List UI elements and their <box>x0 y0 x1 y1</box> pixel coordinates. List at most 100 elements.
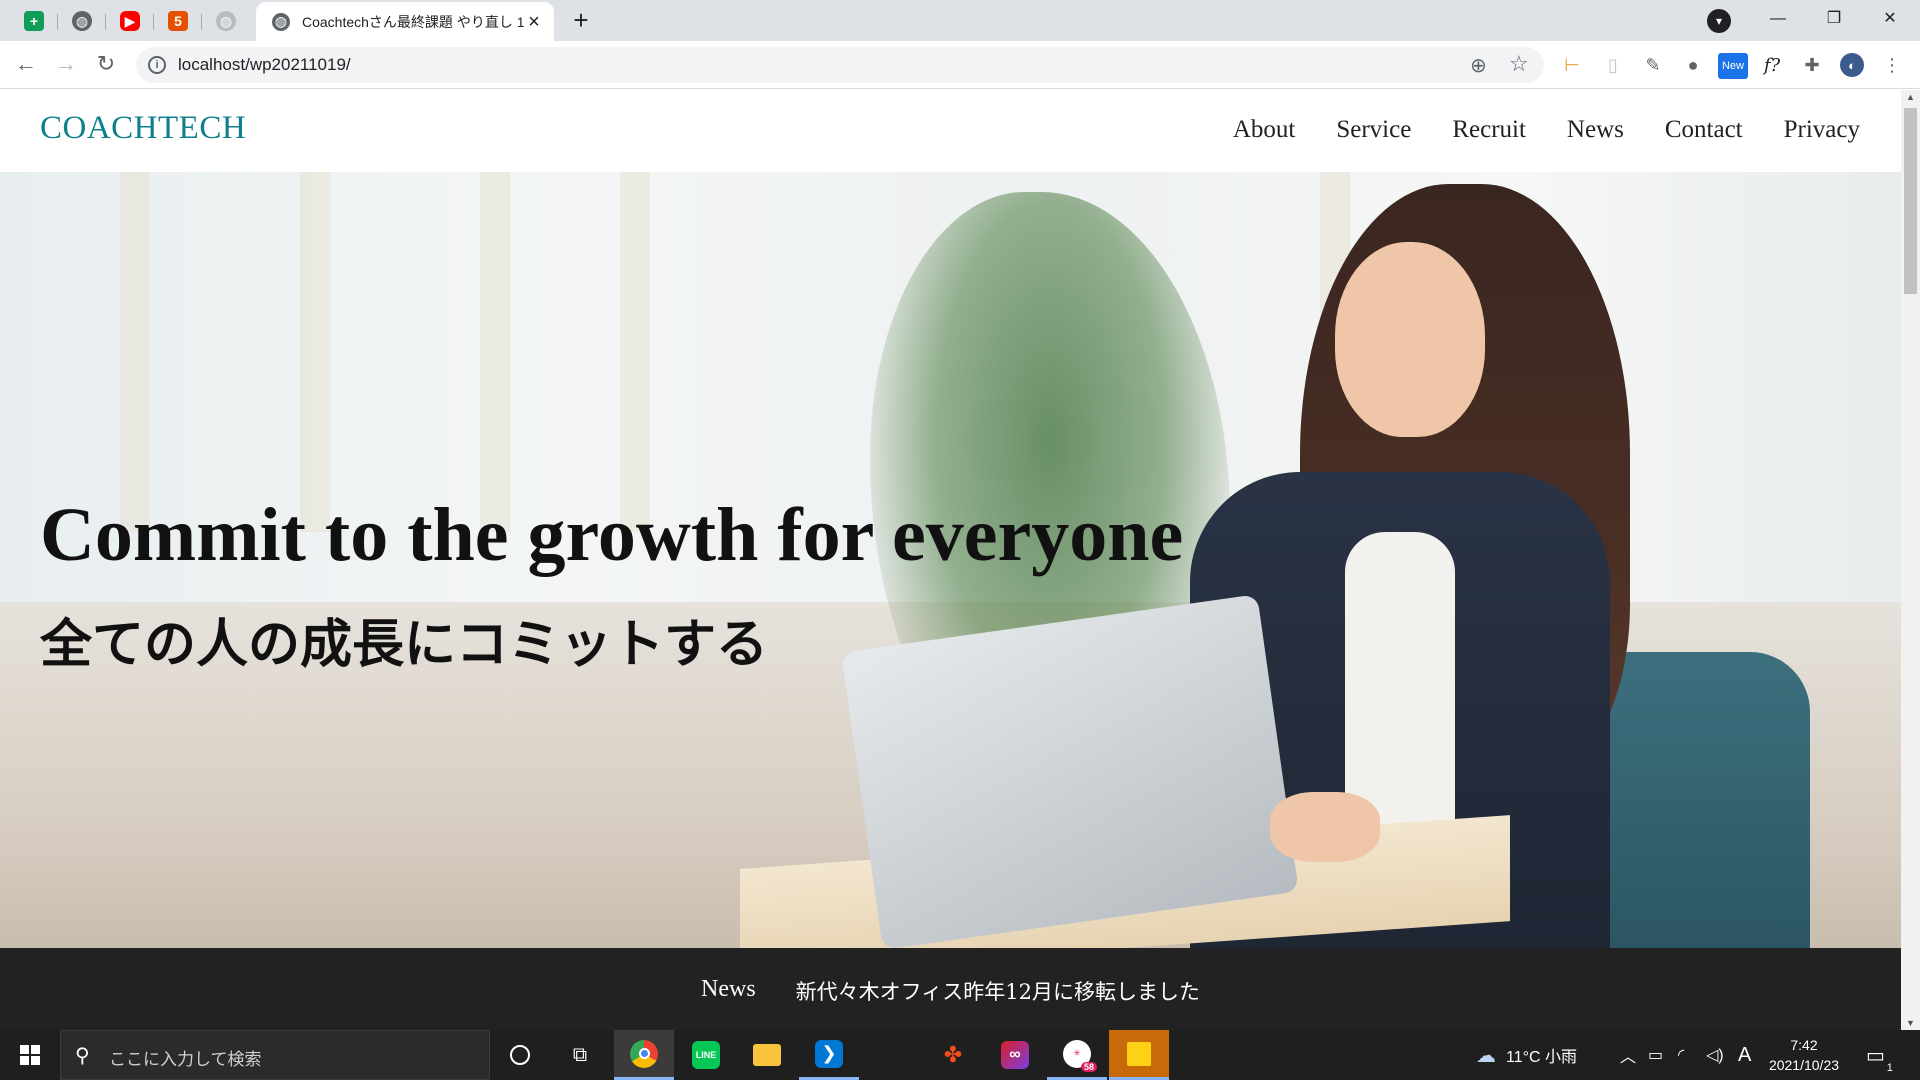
menu-kebab-icon[interactable]: ⋮ <box>1880 53 1904 77</box>
sticky-notes-icon <box>1127 1041 1151 1066</box>
start-button[interactable] <box>0 1030 60 1080</box>
bookmark-star-icon[interactable]: ☆ <box>1509 51 1529 77</box>
pinned-tab-html[interactable]: 5 <box>154 6 202 36</box>
address-bar[interactable]: i localhost/wp20211019/ ⊕ ☆ <box>136 47 1544 83</box>
scroll-down-icon[interactable]: ▼ <box>1906 1018 1915 1028</box>
battery-icon[interactable]: ▭ <box>1648 1030 1663 1080</box>
pinned-tab-globe[interactable]: ◍ <box>58 6 106 36</box>
taskbar-vscode[interactable]: ❯ <box>799 1030 859 1080</box>
nav-recruit[interactable]: Recruit <box>1452 116 1526 144</box>
scroll-up-icon[interactable]: ▲ <box>1906 92 1915 102</box>
youtube-icon: ▶ <box>120 11 140 31</box>
html5-icon: 5 <box>168 11 188 31</box>
taskbar-chrome[interactable] <box>614 1030 674 1080</box>
taskbar-line[interactable]: LINE <box>676 1030 736 1080</box>
nav-news[interactable]: News <box>1567 116 1624 144</box>
taskbar-slack[interactable]: ✳ 58 <box>1047 1030 1107 1080</box>
extension-ruler-icon[interactable]: ⊢ <box>1560 53 1584 77</box>
volume-icon[interactable]: ◁) <box>1706 1030 1724 1080</box>
scrollbar-thumb[interactable] <box>1904 108 1917 294</box>
cloud-rain-icon: ☁ <box>1476 1044 1496 1067</box>
taskbar-explorer[interactable] <box>737 1030 797 1080</box>
task-view-icon: ⧉ <box>572 1043 588 1066</box>
pinned-tab-sheets[interactable]: + <box>10 6 58 36</box>
nav-service[interactable]: Service <box>1336 116 1411 144</box>
url-text[interactable]: localhost/wp20211019/ <box>178 55 351 75</box>
windows-taskbar: ⚲ ここに入力して検索 ⧉ LINE ❯ ✤ ∞ ✳ 58 ☁ 11°C 小雨 ︿… <box>0 1030 1920 1080</box>
browser-toolbar: ← → ↻ i localhost/wp20211019/ ⊕ ☆ ⊢ ▯ ✎ … <box>0 41 1920 89</box>
taskbar-sticky-notes[interactable] <box>1109 1030 1169 1080</box>
folder-icon <box>753 1044 781 1066</box>
pinned-tab-youtube[interactable]: ▶ <box>106 6 154 36</box>
nav-privacy[interactable]: Privacy <box>1784 116 1860 144</box>
vscode-icon: ❯ <box>815 1039 843 1068</box>
chrome-icon <box>630 1039 658 1068</box>
notification-icon: ▭ 1 <box>1866 1044 1893 1074</box>
back-arrow-icon[interactable]: ← <box>10 49 42 81</box>
zoom-icon[interactable]: ⊕ <box>1470 53 1487 78</box>
news-label: News <box>701 976 756 1002</box>
tab-search-icon[interactable]: ▾ <box>1707 9 1731 33</box>
reload-icon[interactable]: ↻ <box>90 49 122 81</box>
tray-chevron-icon[interactable]: ︿ <box>1620 1030 1636 1080</box>
notification-badge: 58 <box>1080 1061 1097 1072</box>
weather-text: 11°C 小雨 <box>1506 1049 1578 1066</box>
taskbar-search-placeholder[interactable]: ここに入力して検索 <box>109 1045 262 1070</box>
sheets-icon: + <box>24 11 44 31</box>
page-scrollbar[interactable]: ▲ ▼ <box>1901 90 1920 1030</box>
tab-title: Coachtechさん最終課題 やり直し 1 <box>302 13 524 30</box>
hero-photo-laptop <box>841 594 1299 948</box>
nav-about[interactable]: About <box>1233 116 1296 144</box>
news-ticker: News 新代々木オフィス昨年12月に移転しました <box>0 948 1901 1030</box>
extension-new-badge[interactable]: New <box>1718 53 1748 79</box>
extension-github-icon[interactable]: ● <box>1681 53 1705 77</box>
cortana-button[interactable] <box>490 1030 550 1080</box>
creative-cloud-icon: ∞ <box>1001 1041 1029 1069</box>
wifi-icon[interactable]: ◜ <box>1678 1030 1684 1080</box>
line-app-icon: LINE <box>692 1041 720 1069</box>
system-clock[interactable]: 7:42 2021/10/23 <box>1766 1035 1842 1075</box>
slack-icon: ✳ 58 <box>1063 1039 1097 1072</box>
forward-arrow-icon[interactable]: → <box>50 49 82 81</box>
active-tab[interactable]: ◍ Coachtechさん最終課題 やり直し 1 × <box>256 2 554 41</box>
extension-eyedropper-icon[interactable]: ✎ <box>1641 53 1665 77</box>
task-view-button[interactable]: ⧉ <box>550 1030 610 1080</box>
site-nav: About Service Recruit News Contact Priva… <box>1233 116 1860 144</box>
cortana-circle-icon <box>510 1045 530 1065</box>
figma-icon: ✤ <box>943 1042 963 1067</box>
minimize-button[interactable]: — <box>1750 0 1806 41</box>
restore-button[interactable]: ❐ <box>1806 0 1862 41</box>
hero-title-japanese: 全ての人の成長にコミットする <box>40 614 769 675</box>
search-icon: ⚲ <box>75 1045 90 1067</box>
extension-bookmark-icon[interactable]: ▯ <box>1601 53 1625 77</box>
action-center-button[interactable]: ▭ 1 <box>1866 1030 1893 1080</box>
clock-date: 2021/10/23 <box>1768 1057 1840 1073</box>
info-icon[interactable]: i <box>148 56 166 74</box>
hero-title-english: Commit to the growth for everyone <box>40 493 1184 577</box>
windows-logo-icon <box>20 1045 40 1065</box>
globe-icon: ◍ <box>216 11 236 31</box>
profile-avatar[interactable]: ◐ <box>1840 53 1864 77</box>
globe-icon: ◍ <box>272 12 290 31</box>
pinned-tab-grey[interactable]: ◍ <box>202 6 250 36</box>
close-icon[interactable]: × <box>524 12 544 32</box>
web-page: COACHTECH About Service Recruit News Con… <box>0 90 1901 1030</box>
window-close-button[interactable]: ✕ <box>1862 0 1918 41</box>
extensions-puzzle-icon[interactable]: ✚ <box>1800 53 1824 77</box>
taskbar-creative-cloud[interactable]: ∞ <box>985 1030 1045 1080</box>
site-logo[interactable]: COACHTECH <box>40 110 246 147</box>
news-headline-link[interactable]: 新代々木オフィス昨年12月に移転しました <box>796 976 1200 1006</box>
extension-formula-icon[interactable]: f? <box>1760 53 1784 77</box>
site-header: COACHTECH About Service Recruit News Con… <box>0 90 1901 172</box>
taskbar-search-box[interactable]: ⚲ ここに入力して検索 <box>60 1030 490 1080</box>
notification-count: 1 <box>1886 1061 1893 1074</box>
nav-contact[interactable]: Contact <box>1665 116 1743 144</box>
weather-widget[interactable]: ☁ 11°C 小雨 <box>1476 1030 1577 1080</box>
ime-indicator[interactable]: A <box>1738 1030 1751 1080</box>
globe-icon: ◍ <box>72 11 92 31</box>
taskbar-figma[interactable]: ✤ <box>923 1030 983 1080</box>
new-tab-button[interactable]: + <box>564 6 598 36</box>
hero-section: Commit to the growth for everyone 全ての人の成… <box>0 172 1901 948</box>
browser-tab-strip: + ◍ ▶ 5 ◍ ◍ Coachtechさん最終課題 やり直し 1 × + ▾… <box>0 0 1920 41</box>
clock-time: 7:42 <box>1790 1037 1818 1053</box>
